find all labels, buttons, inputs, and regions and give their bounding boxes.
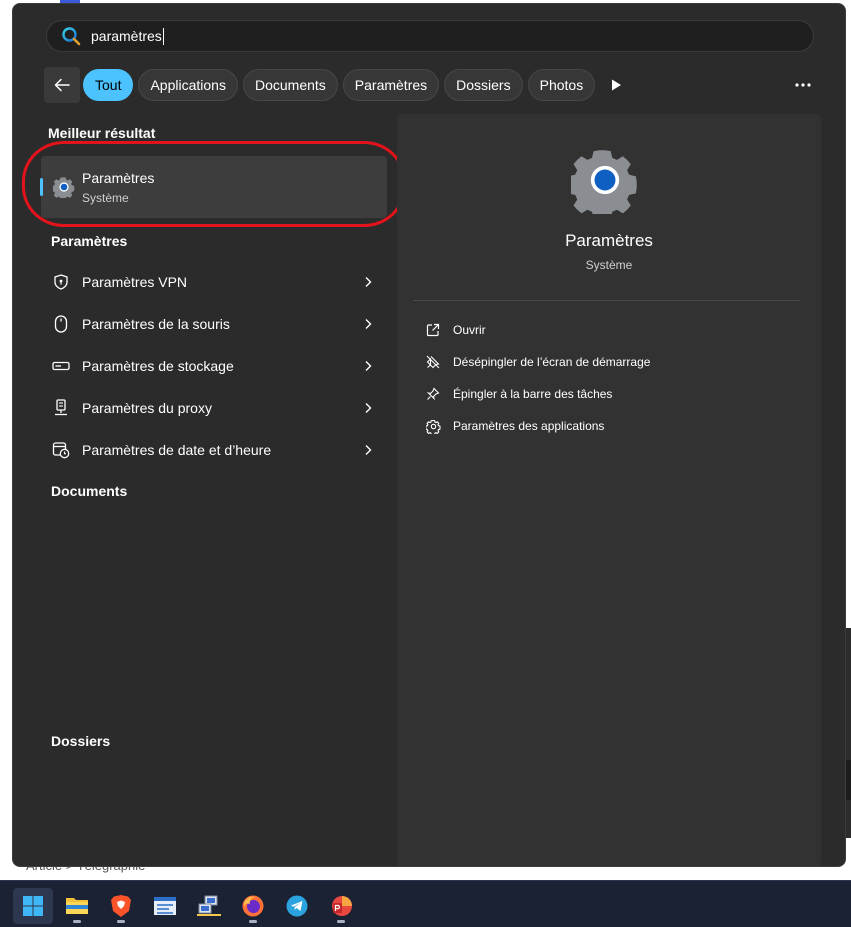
running-indicator <box>337 920 345 923</box>
filter-applications[interactable]: Applications <box>138 69 238 101</box>
running-indicator <box>249 920 257 923</box>
windows-start-icon <box>23 896 43 916</box>
result-label: Paramètres de stockage <box>82 358 234 374</box>
taskbar-file-explorer[interactable] <box>57 888 97 924</box>
taskbar-firefox[interactable] <box>233 888 273 924</box>
action-unpin-start[interactable]: Désépingler de l’écran de démarrage <box>425 351 650 373</box>
running-indicator <box>117 920 125 923</box>
more-options-icon[interactable] <box>793 76 813 94</box>
word-editor-icon <box>154 897 176 915</box>
search-icon <box>62 27 81 46</box>
result-proxy-settings[interactable]: Paramètres du proxy <box>41 388 387 428</box>
result-label: Paramètres de date et d’heure <box>82 442 272 458</box>
filter-settings[interactable]: Paramètres <box>342 69 440 101</box>
chevron-right-icon[interactable] <box>361 359 375 373</box>
preview-title: Paramètres <box>565 231 653 250</box>
unpin-icon <box>425 354 441 370</box>
taskbar <box>0 880 851 927</box>
red-highlight-annotation <box>22 141 406 227</box>
file-explorer-icon <box>66 898 88 914</box>
taskbar-brave[interactable] <box>101 888 141 924</box>
chevron-right-icon[interactable] <box>361 275 375 289</box>
section-folders: Dossiers <box>51 733 111 749</box>
text-caret <box>162 27 164 45</box>
date-time-icon <box>51 440 71 460</box>
search-input[interactable]: paramètres <box>91 28 162 44</box>
result-label: Paramètres VPN <box>82 274 188 290</box>
proxy-icon <box>51 398 71 418</box>
chevron-right-icon[interactable] <box>361 317 375 331</box>
back-button[interactable] <box>44 67 80 103</box>
vpn-shield-icon <box>51 272 71 292</box>
filter-all[interactable]: Tout <box>83 69 134 101</box>
result-label: Paramètres de la souris <box>82 316 230 332</box>
search-box[interactable]: paramètres <box>46 20 814 52</box>
result-vpn-settings[interactable]: Paramètres VPN <box>41 262 387 302</box>
section-documents: Documents <box>51 483 128 499</box>
result-storage-settings[interactable]: Paramètres de stockage <box>41 346 387 386</box>
preview-pane: Paramètres Système Ouvrir Désépingler de… <box>397 114 821 866</box>
telegram-icon <box>286 895 308 917</box>
taskbar-telegram[interactable] <box>277 888 317 924</box>
gear-icon <box>425 418 441 434</box>
pdf-reader-icon <box>332 896 352 916</box>
preview-subtitle: Système <box>585 258 633 272</box>
more-filters-play-icon[interactable] <box>609 78 623 92</box>
action-label: Ouvrir <box>453 323 486 337</box>
result-label: Paramètres du proxy <box>82 400 212 416</box>
section-best-match: Meilleur résultat <box>48 125 156 141</box>
mouse-icon <box>51 314 71 334</box>
action-label: Désépingler de l’écran de démarrage <box>453 355 651 369</box>
filter-folders[interactable]: Dossiers <box>444 69 523 101</box>
gear-icon <box>571 150 637 214</box>
divider <box>413 300 800 301</box>
start-menu-search-panel: paramètres Tout Applications Documents P… <box>12 3 846 867</box>
pin-icon <box>425 386 441 402</box>
action-label: Épingler à la barre des tâches <box>453 387 613 401</box>
taskbar-start-button[interactable] <box>13 888 53 924</box>
chevron-right-icon[interactable] <box>361 401 375 415</box>
taskbar-pdf-reader[interactable] <box>321 888 361 924</box>
running-indicator <box>73 920 81 923</box>
chevron-right-icon[interactable] <box>361 443 375 457</box>
storage-icon <box>51 356 71 376</box>
action-app-settings[interactable]: Paramètres des applications <box>425 415 604 437</box>
section-settings: Paramètres <box>51 233 128 249</box>
background-dark-region <box>846 628 851 838</box>
action-pin-taskbar[interactable]: Épingler à la barre des tâches <box>425 383 612 405</box>
arrow-left-icon <box>54 78 70 92</box>
action-open[interactable]: Ouvrir <box>425 319 486 341</box>
action-label: Paramètres des applications <box>453 419 605 433</box>
network-computer-icon <box>197 895 221 916</box>
filter-photos[interactable]: Photos <box>527 69 596 101</box>
background-dark-region-lower <box>846 760 851 800</box>
filter-documents[interactable]: Documents <box>242 69 338 101</box>
taskbar-word-editor[interactable] <box>145 888 185 924</box>
taskbar-network[interactable] <box>189 888 229 924</box>
result-date-time-settings[interactable]: Paramètres de date et d’heure <box>41 430 387 470</box>
result-mouse-settings[interactable]: Paramètres de la souris <box>41 304 387 344</box>
brave-browser-icon <box>111 895 131 917</box>
open-external-icon <box>425 322 441 338</box>
firefox-icon <box>242 895 264 917</box>
filter-chips: Tout Applications Documents Paramètres D… <box>83 69 596 101</box>
